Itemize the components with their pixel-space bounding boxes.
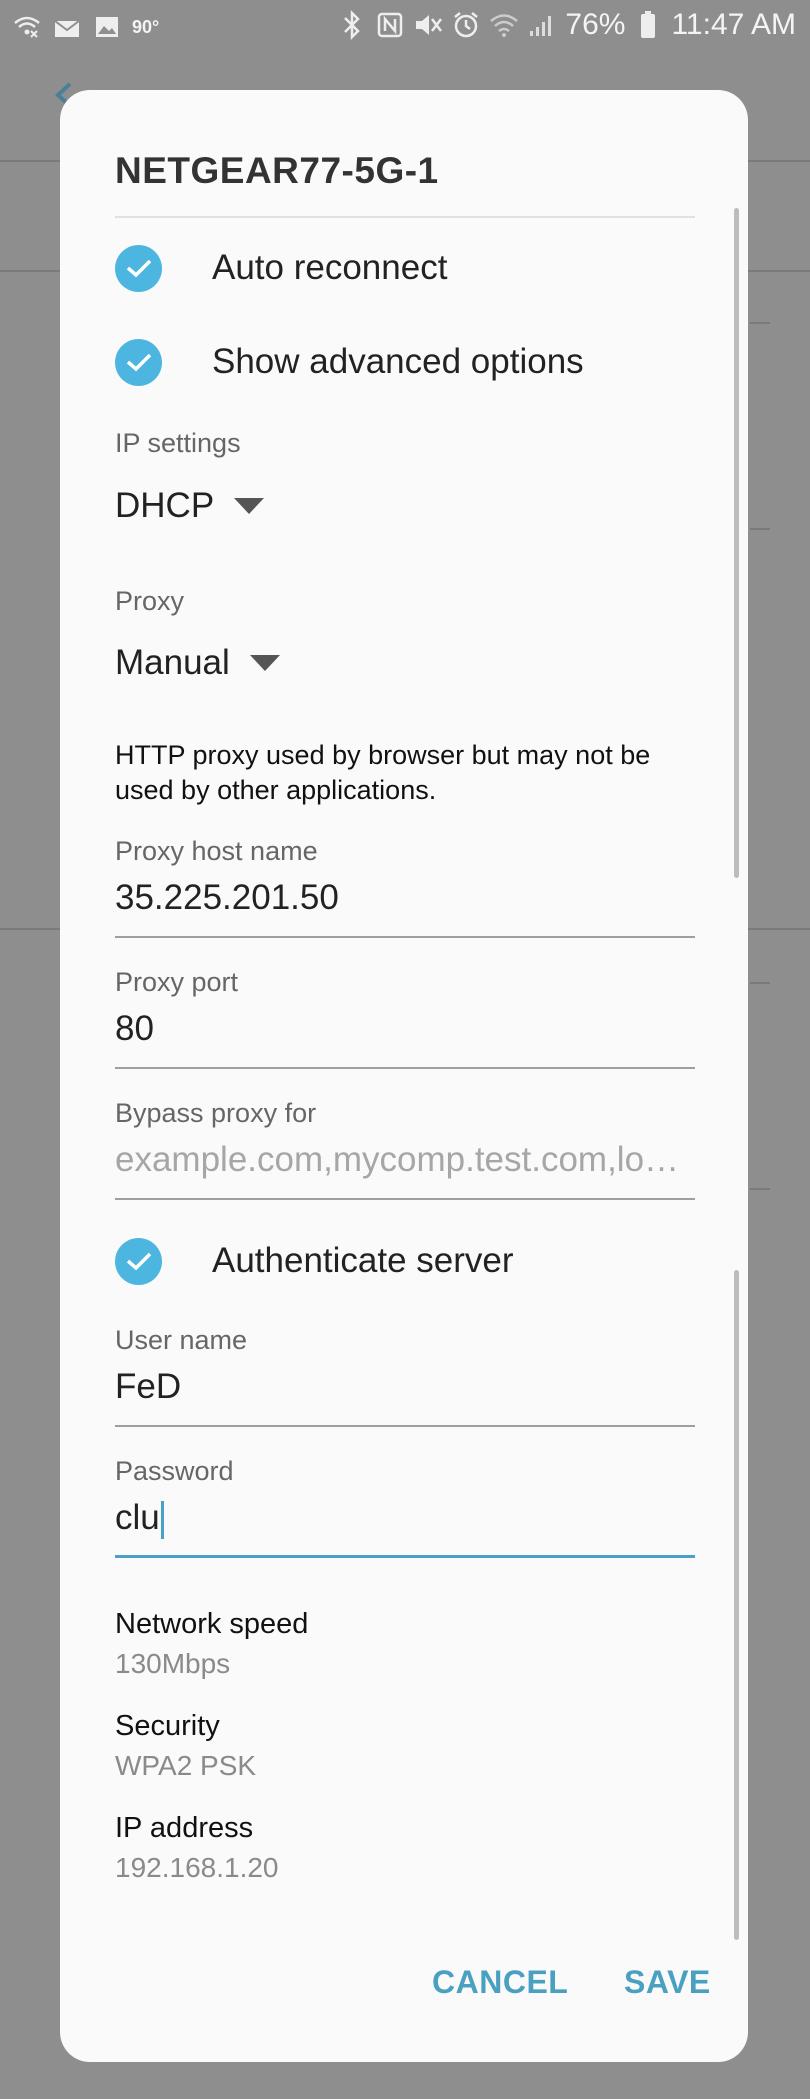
proxy-note: HTTP proxy used by browser but may not b… bbox=[115, 740, 651, 805]
show-advanced-row[interactable]: Show advanced options bbox=[115, 332, 584, 392]
mute-icon bbox=[413, 10, 443, 40]
dropdown-arrow-icon bbox=[249, 655, 280, 671]
dialog-title: NETGEAR77-5G-1 bbox=[115, 150, 439, 191]
battery-icon bbox=[633, 10, 663, 40]
title-divider bbox=[115, 216, 695, 218]
gallery-icon bbox=[92, 12, 122, 42]
ip-address-value: 192.168.1.20 bbox=[115, 1852, 279, 1883]
wifi-icon bbox=[489, 10, 519, 40]
network-speed-label: Network speed bbox=[115, 1608, 309, 1640]
show-advanced-checkbox[interactable] bbox=[115, 338, 162, 386]
mail-icon bbox=[52, 12, 82, 42]
ip-settings-value: DHCP bbox=[115, 486, 215, 525]
battery-percent: 76% bbox=[565, 8, 626, 41]
status-right-icons: 76% 11:47 AM bbox=[337, 8, 796, 42]
password-label: Password bbox=[115, 1456, 234, 1486]
proxy-host-label: Proxy host name bbox=[115, 836, 318, 866]
authenticate-server-row[interactable]: Authenticate server bbox=[115, 1231, 514, 1291]
save-button[interactable]: SAVE bbox=[624, 1964, 711, 2001]
scrollbar[interactable] bbox=[734, 1270, 739, 1940]
status-bar: 90° 76% 11:47 AM bbox=[0, 0, 810, 56]
signal-icon bbox=[527, 10, 557, 40]
field-underline-active bbox=[115, 1555, 695, 1558]
bluetooth-icon bbox=[337, 10, 367, 40]
auto-reconnect-label: Auto reconnect bbox=[212, 248, 448, 287]
nfc-icon bbox=[375, 10, 405, 40]
background-divider bbox=[750, 322, 770, 324]
field-underline bbox=[115, 1425, 695, 1427]
proxy-value: Manual bbox=[115, 643, 230, 682]
checkmark-icon bbox=[126, 259, 151, 278]
bypass-proxy-field[interactable]: example.com,mycomp.test.com,lo… bbox=[115, 1140, 695, 1180]
proxy-host-field[interactable]: 35.225.201.50 bbox=[115, 878, 695, 918]
ip-settings-label: IP settings bbox=[115, 428, 241, 458]
field-underline bbox=[115, 1198, 695, 1200]
temperature: 90° bbox=[132, 16, 160, 37]
field-underline bbox=[115, 936, 695, 938]
authenticate-server-label: Authenticate server bbox=[212, 1241, 514, 1280]
password-text: clu bbox=[115, 1498, 160, 1537]
text-cursor bbox=[160, 1500, 164, 1539]
auto-reconnect-row[interactable]: Auto reconnect bbox=[115, 238, 447, 298]
background-divider bbox=[750, 528, 770, 530]
status-left-icons: 90° bbox=[12, 12, 159, 42]
password-field[interactable]: clu bbox=[115, 1498, 695, 1539]
proxy-dropdown[interactable]: Manual bbox=[115, 643, 280, 683]
ip-address-label: IP address bbox=[115, 1812, 254, 1844]
clock: 11:47 AM bbox=[671, 8, 796, 41]
username-label: User name bbox=[115, 1325, 248, 1355]
proxy-port-field[interactable]: 80 bbox=[115, 1009, 695, 1049]
authenticate-server-checkbox[interactable] bbox=[115, 1237, 162, 1285]
security-value: WPA2 PSK bbox=[115, 1750, 257, 1781]
network-speed-value: 130Mbps bbox=[115, 1648, 231, 1679]
auto-reconnect-checkbox[interactable] bbox=[115, 244, 162, 292]
proxy-port-label: Proxy port bbox=[115, 967, 239, 997]
alarm-icon bbox=[451, 10, 481, 40]
proxy-label: Proxy bbox=[115, 586, 185, 616]
username-field[interactable]: FeD bbox=[115, 1367, 695, 1407]
scrollbar[interactable] bbox=[734, 208, 739, 878]
wifi-off-icon bbox=[12, 12, 42, 42]
wifi-network-dialog: NETGEAR77-5G-1 Auto reconnect Show advan… bbox=[60, 90, 748, 2062]
show-advanced-label: Show advanced options bbox=[212, 342, 584, 381]
cancel-button[interactable]: CANCEL bbox=[432, 1964, 568, 2001]
checkmark-icon bbox=[126, 1252, 151, 1271]
dropdown-arrow-icon bbox=[234, 498, 265, 514]
background-divider bbox=[750, 1188, 770, 1190]
checkmark-icon bbox=[126, 353, 151, 372]
ip-settings-dropdown[interactable]: DHCP bbox=[115, 486, 265, 526]
bypass-proxy-label: Bypass proxy for bbox=[115, 1098, 317, 1128]
background-divider bbox=[750, 982, 770, 984]
security-label: Security bbox=[115, 1710, 220, 1742]
field-underline bbox=[115, 1067, 695, 1069]
